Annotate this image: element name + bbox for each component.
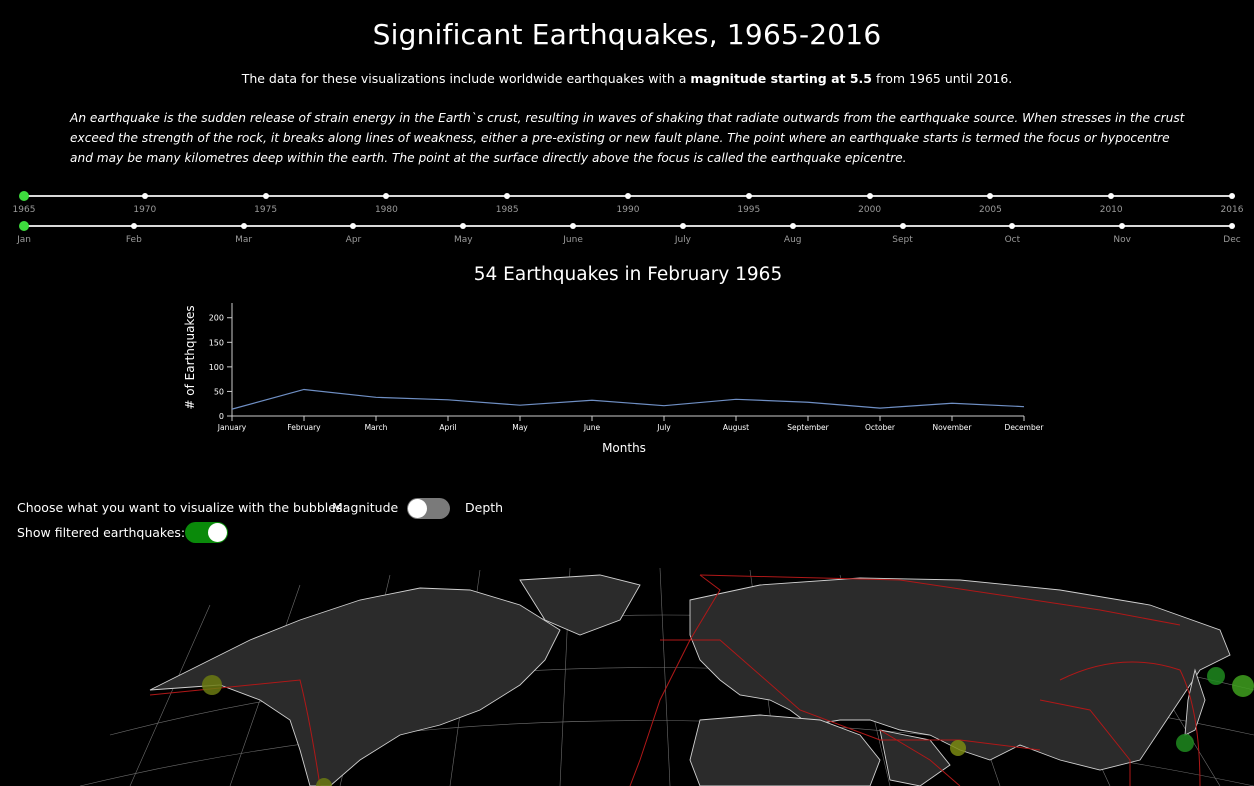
chart-heading: 54 Earthquakes in February 1965 (473, 264, 783, 285)
year-label: 1980 (374, 205, 398, 215)
month-stop[interactable] (350, 223, 357, 229)
month-stop[interactable] (460, 223, 467, 229)
x-tick-label: August (723, 423, 749, 432)
month-label: May (453, 235, 473, 245)
year-label: 1990 (616, 205, 640, 215)
month-label: Nov (1113, 235, 1131, 245)
x-tick-label: April (439, 423, 456, 432)
x-tick-label: January (217, 423, 247, 432)
month-label: Feb (125, 235, 142, 245)
bubble-prompt: Choose what you want to visualize with t… (17, 500, 347, 515)
month-stop[interactable] (1119, 223, 1126, 229)
year-label: 1970 (133, 205, 157, 215)
earthquake-bubble (1232, 675, 1254, 697)
year-stop[interactable] (262, 193, 269, 199)
year-stop[interactable] (1229, 193, 1235, 199)
year-stop[interactable] (19, 191, 29, 201)
page-title: Significant Earthquakes, 1965-2016 (372, 18, 882, 51)
monthly-earthquake-chart: 0 50 100 150 200 January February March April May… (183, 303, 1045, 455)
bubble-mode-toggle[interactable] (407, 498, 450, 519)
year-label: 1975 (254, 205, 278, 215)
depth-label: Depth (465, 500, 504, 515)
x-tick-label: October (865, 423, 896, 432)
year-stop[interactable] (625, 193, 631, 199)
month-label: Jan (17, 235, 31, 245)
year-label: 2000 (858, 205, 882, 215)
month-stop[interactable] (130, 223, 137, 229)
month-stop[interactable] (1229, 223, 1235, 229)
month-label: Oct (1004, 235, 1021, 245)
x-tick-label: December (1005, 423, 1045, 432)
year-stop[interactable] (1108, 193, 1115, 199)
show-filtered-toggle[interactable] (185, 522, 228, 543)
y-tick-label: 150 (209, 338, 224, 347)
month-label: July (674, 235, 691, 245)
map-land (149, 574, 1231, 786)
year-stop[interactable] (383, 193, 390, 199)
x-tick-label: September (787, 423, 829, 432)
series-line (231, 388, 1025, 410)
earthquake-bubble (950, 740, 966, 756)
year-label: 1995 (737, 205, 761, 215)
month-stop[interactable] (240, 223, 247, 229)
year-stop[interactable] (987, 193, 994, 199)
month-label: Dec (1223, 235, 1241, 245)
y-tick-label: 0 (219, 412, 224, 421)
month-label: Mar (235, 235, 253, 245)
month-stop[interactable] (899, 223, 906, 229)
africa (689, 714, 881, 786)
year-label: 2010 (1099, 205, 1123, 215)
month-label: Sept (892, 235, 913, 245)
year-label: 2005 (978, 205, 1002, 215)
year-label: 2016 (1220, 205, 1244, 215)
earthquake-bubble (1207, 667, 1225, 685)
y-tick-label: 100 (209, 363, 224, 372)
x-tick-label: November (932, 423, 972, 432)
page-subtitle: The data for these visualizations includ… (0, 71, 1254, 86)
year-stop[interactable] (141, 193, 148, 199)
y-tick-label: 50 (214, 387, 224, 396)
month-slider[interactable] (24, 225, 1232, 227)
subtitle-highlight: magnitude starting at 5.5 (690, 71, 872, 86)
month-stop[interactable] (1009, 223, 1016, 229)
y-axis-label: # of Earthquakes (183, 305, 197, 409)
x-tick-label: March (365, 423, 388, 432)
year-label: 1965 (12, 205, 36, 215)
magnitude-label: Magnitude (332, 500, 399, 515)
month-stop[interactable] (679, 223, 686, 229)
toggle-knob (408, 499, 427, 518)
x-tick-label: July (656, 423, 671, 432)
subtitle-text-end: from 1965 until 2016. (872, 71, 1013, 86)
x-tick-label: June (583, 423, 601, 432)
world-map[interactable] (0, 560, 1254, 786)
filtered-label: Show filtered earthquakes: (17, 525, 186, 540)
month-label: June (563, 235, 583, 245)
year-stop[interactable] (745, 193, 752, 199)
earthquake-bubble (1176, 734, 1194, 752)
intro-paragraph: An earthquake is the sudden release of s… (70, 111, 1185, 165)
x-tick-label: February (287, 423, 321, 432)
year-stop[interactable] (866, 193, 873, 199)
y-tick-label: 200 (209, 314, 224, 323)
year-stop[interactable] (504, 193, 511, 199)
month-stop[interactable] (19, 221, 29, 231)
x-tick-label: May (512, 423, 528, 432)
year-label: 1985 (495, 205, 519, 215)
month-label: Aug (783, 235, 802, 245)
toggle-knob (208, 523, 227, 542)
month-label: Apr (345, 235, 362, 245)
month-stop[interactable] (570, 223, 577, 229)
earthquake-bubble (202, 675, 222, 695)
month-stop[interactable] (789, 223, 796, 229)
subtitle-text: The data for these visualizations includ… (241, 71, 691, 86)
x-axis-label: Months (602, 441, 646, 455)
